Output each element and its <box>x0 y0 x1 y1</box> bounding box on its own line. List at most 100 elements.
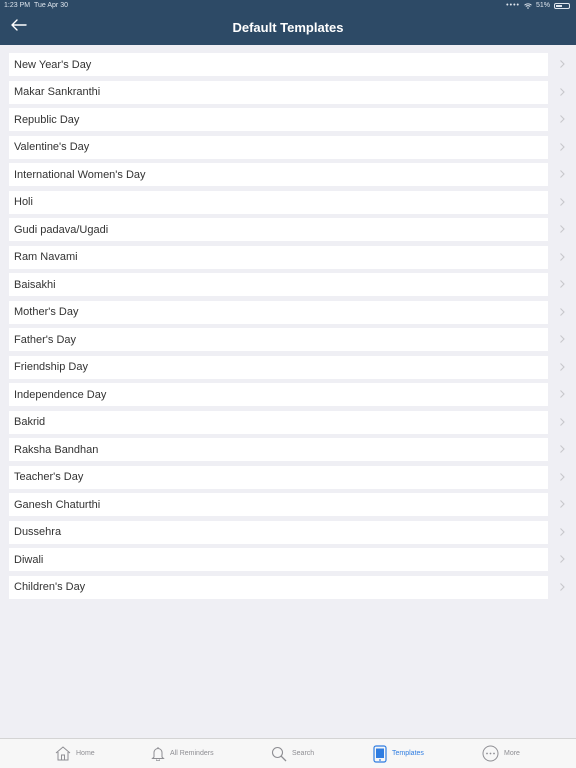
tab-more-label: More <box>504 750 520 757</box>
chevron-right-icon <box>560 60 565 68</box>
template-row-background <box>9 548 548 571</box>
template-row-label: New Year's Day <box>14 58 92 71</box>
template-row-label: Republic Day <box>14 113 80 126</box>
template-row-background <box>9 328 548 351</box>
chevron-right-icon <box>560 335 565 343</box>
template-row-label: Ganesh Chaturthi <box>14 498 101 511</box>
tab-more[interactable]: More <box>482 739 520 768</box>
tab-templates[interactable]: Templates <box>373 739 424 768</box>
template-row[interactable]: Valentine's Day <box>9 135 567 159</box>
tab-all-reminders-label: All Reminders <box>170 750 214 757</box>
phone-templates-icon <box>373 744 387 763</box>
template-row-background <box>9 273 548 296</box>
nav-header: 1:23 PM Tue Apr 30 •••• 51% Default Temp… <box>0 0 576 45</box>
template-row[interactable]: Bakrid <box>9 410 567 434</box>
bell-icon <box>151 747 165 761</box>
template-row[interactable]: Teacher's Day <box>9 465 567 489</box>
template-row[interactable]: New Year's Day <box>9 53 567 76</box>
tab-search-label: Search <box>292 750 315 757</box>
template-row-label: Father's Day <box>14 333 77 346</box>
template-row[interactable]: Mother's Day <box>9 300 567 324</box>
chevron-right-icon <box>560 555 565 563</box>
template-row[interactable]: Ganesh Chaturthi <box>9 493 567 516</box>
template-row-label: Ram Navami <box>14 251 78 263</box>
template-row[interactable]: Gudi padava/Ugadi <box>9 218 567 241</box>
template-row-label: Baisakhi <box>14 278 56 291</box>
template-row-label: Friendship Day <box>14 361 88 373</box>
signal-dots-icon: •••• <box>506 2 520 9</box>
tab-templates-label: Templates <box>392 750 424 757</box>
template-row-label: Children's Day <box>14 581 86 593</box>
template-row-label: International Women's Day <box>14 168 146 181</box>
chevron-right-icon <box>560 280 565 288</box>
template-row-background <box>9 108 548 131</box>
wifi-icon <box>524 2 532 9</box>
chevron-right-icon <box>560 527 565 536</box>
tab-home-label: Home <box>76 750 95 757</box>
chevron-right-icon <box>560 197 565 206</box>
chevron-right-icon <box>560 170 565 178</box>
template-row-label: Mother's Day <box>14 306 79 318</box>
template-row[interactable]: Friendship Day <box>9 355 567 379</box>
status-date: Tue Apr 30 <box>34 2 68 9</box>
chevron-right-icon <box>560 445 565 453</box>
chevron-right-icon <box>560 252 565 261</box>
template-row-background <box>9 410 548 434</box>
chevron-right-icon <box>560 362 565 371</box>
template-row[interactable]: Dussehra <box>9 520 567 544</box>
chevron-right-icon <box>560 472 565 481</box>
template-row[interactable]: Makar Sankranthi <box>9 80 567 104</box>
template-row[interactable]: Republic Day <box>9 108 567 131</box>
tab-home[interactable]: Home <box>55 739 95 768</box>
template-row-background <box>9 190 548 214</box>
tab-all-reminders[interactable]: All Reminders <box>151 739 214 768</box>
status-time: 1:23 PM <box>4 2 31 9</box>
template-row[interactable]: Holi <box>9 190 567 214</box>
template-row-label: Holi <box>14 196 33 208</box>
template-row-background <box>9 300 548 324</box>
template-row-background <box>9 465 548 489</box>
template-row[interactable]: Children's Day <box>9 575 567 599</box>
template-row-label: Dussehra <box>14 526 62 538</box>
template-row[interactable]: Independence Day <box>9 383 567 406</box>
search-icon <box>271 746 287 761</box>
tab-bar: Home All Reminders Search Templates More <box>0 738 576 768</box>
status-indicators: •••• 51% <box>506 2 570 9</box>
chevron-right-icon <box>560 142 565 151</box>
template-row-label: Bakrid <box>14 416 46 428</box>
chevron-right-icon <box>560 225 565 233</box>
template-row-label: Raksha Bandhan <box>14 443 99 456</box>
template-row[interactable]: Father's Day <box>9 328 567 351</box>
template-row[interactable]: Ram Navami <box>9 245 567 269</box>
template-row[interactable]: Raksha Bandhan <box>9 438 567 461</box>
chevron-right-icon <box>560 417 565 426</box>
chevron-right-icon <box>560 87 565 96</box>
template-row[interactable]: International Women's Day <box>9 163 567 186</box>
status-bar: 1:23 PM Tue Apr 30 •••• 51% <box>0 0 576 12</box>
template-row-label: Gudi padava/Ugadi <box>14 223 109 236</box>
battery-percent: 51% <box>535 2 550 9</box>
chevron-right-icon <box>560 500 565 508</box>
template-list: New Year's Day Makar Sankranthi Republic D… <box>9 53 567 603</box>
template-row-label: Makar Sankranthi <box>14 86 101 98</box>
template-row[interactable]: Diwali <box>9 548 567 571</box>
battery-icon <box>554 2 570 9</box>
chevron-right-icon <box>560 390 565 398</box>
template-row-background <box>9 575 548 599</box>
template-row[interactable]: Baisakhi <box>9 273 567 296</box>
chevron-right-icon <box>560 582 565 591</box>
tab-search[interactable]: Search <box>271 739 314 768</box>
page-title: Default Templates <box>232 20 344 35</box>
home-icon <box>55 746 71 761</box>
template-row-label: Diwali <box>14 553 44 566</box>
template-row-background <box>9 245 548 269</box>
template-row-label: Teacher's Day <box>14 471 84 483</box>
template-row-background <box>9 355 548 379</box>
template-row-background <box>9 520 548 544</box>
chevron-right-icon <box>560 307 565 316</box>
template-row-label: Independence Day <box>14 388 107 401</box>
more-icon <box>482 745 499 762</box>
chevron-right-icon <box>560 115 565 123</box>
template-row-label: Valentine's Day <box>14 141 90 153</box>
template-row-background <box>9 135 548 159</box>
